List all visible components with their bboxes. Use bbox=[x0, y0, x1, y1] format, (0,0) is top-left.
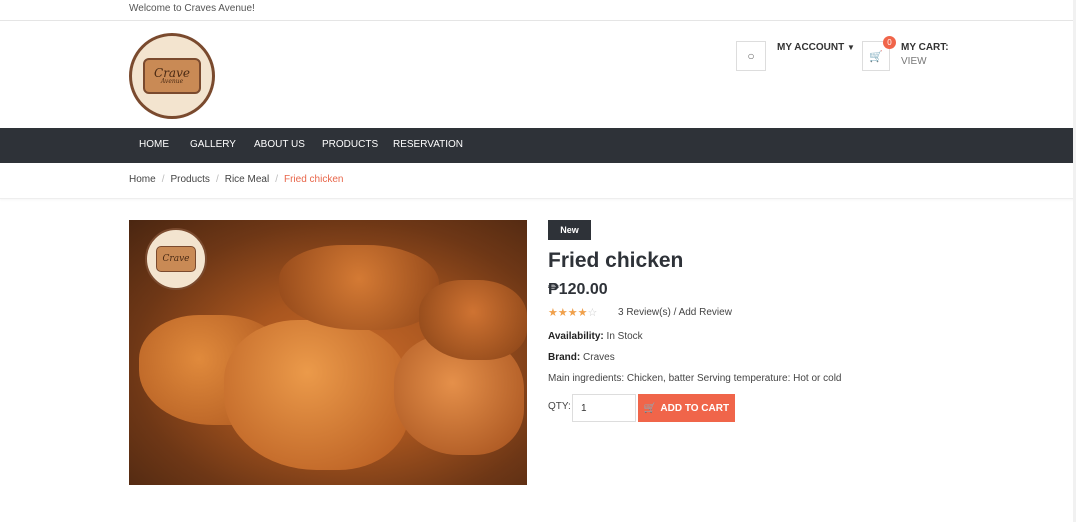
breadcrumb-home[interactable]: Home bbox=[129, 174, 156, 185]
breadcrumb-products[interactable]: Products bbox=[170, 174, 209, 185]
site-header: Crave Avenue ○ MY ACCOUNT ▼ 🛒 0 MY CART:… bbox=[0, 21, 1076, 128]
add-to-cart-button[interactable]: 🛒 ADD TO CART bbox=[638, 394, 735, 422]
brand-value: Craves bbox=[583, 352, 615, 363]
my-account-menu[interactable]: MY ACCOUNT ▼ bbox=[777, 42, 855, 53]
breadcrumb-current: Fried chicken bbox=[283, 174, 344, 185]
top-bar: Welcome to Craves Avenue! bbox=[0, 0, 1076, 21]
reviews-link[interactable]: 3 Review(s) / Add Review bbox=[618, 307, 732, 318]
image-logo-text: Crave bbox=[162, 254, 190, 264]
site-logo[interactable]: Crave Avenue bbox=[129, 33, 215, 119]
add-to-cart-label: ADD TO CART bbox=[660, 402, 730, 414]
new-badge: New bbox=[548, 220, 591, 240]
breadcrumb-rice-meal[interactable]: Rice Meal bbox=[225, 174, 269, 185]
logo-text-sub: Avenue bbox=[160, 78, 184, 85]
nav-home[interactable]: HOME bbox=[139, 139, 169, 150]
availability-label: Availability: bbox=[548, 331, 604, 342]
nav-reservation[interactable]: RESERVATION bbox=[393, 139, 463, 150]
product-title: Fried chicken bbox=[548, 249, 684, 272]
nav-gallery[interactable]: GALLERY bbox=[190, 139, 236, 150]
star-icon: ★ bbox=[557, 307, 568, 319]
nav-about-us[interactable]: ABOUT US bbox=[254, 139, 305, 150]
my-cart-title: MY CART: bbox=[901, 42, 949, 53]
qty-input[interactable] bbox=[572, 394, 636, 422]
nav-products[interactable]: PRODUCTS bbox=[322, 139, 378, 150]
brand-row: Brand: Craves bbox=[548, 352, 615, 363]
star-icon: ★ bbox=[567, 307, 578, 319]
rating-stars: ★★★★☆ bbox=[548, 306, 597, 319]
cart-view-link[interactable]: VIEW bbox=[901, 56, 927, 67]
image-logo-board: Crave bbox=[156, 246, 196, 272]
qty-label: QTY: bbox=[548, 401, 571, 412]
brand-label: Brand: bbox=[548, 352, 581, 363]
breadcrumb: Home / Products / Rice Meal / Fried chicken bbox=[129, 174, 343, 185]
main-nav: HOME GALLERY ABOUT US PRODUCTS RESERVATI… bbox=[0, 128, 1076, 163]
cart-count-badge: 0 bbox=[883, 36, 896, 49]
product-image[interactable]: Crave bbox=[129, 220, 527, 485]
star-empty-icon: ☆ bbox=[587, 307, 598, 319]
cart-icon: 🛒 bbox=[643, 402, 657, 414]
logo-board: Crave Avenue bbox=[143, 58, 201, 94]
product-description: Main ingredients: Chicken, batter Servin… bbox=[548, 373, 842, 384]
user-icon[interactable]: ○ bbox=[736, 41, 766, 71]
breadcrumb-bar: Home / Products / Rice Meal / Fried chicken bbox=[0, 163, 1076, 199]
caret-down-icon: ▼ bbox=[847, 43, 855, 52]
breadcrumb-separator: / bbox=[215, 174, 219, 185]
my-account-label: MY ACCOUNT bbox=[777, 42, 845, 53]
product-price: ₱120.00 bbox=[548, 281, 608, 298]
breadcrumb-separator: / bbox=[275, 174, 278, 185]
breadcrumb-separator: / bbox=[161, 174, 165, 185]
availability-row: Availability: In Stock bbox=[548, 331, 643, 342]
image-watermark-logo: Crave bbox=[145, 228, 207, 290]
availability-value: In Stock bbox=[606, 331, 643, 342]
star-icon: ★ bbox=[548, 307, 558, 319]
welcome-text: Welcome to Craves Avenue! bbox=[129, 3, 255, 14]
star-icon: ★ bbox=[577, 307, 588, 319]
